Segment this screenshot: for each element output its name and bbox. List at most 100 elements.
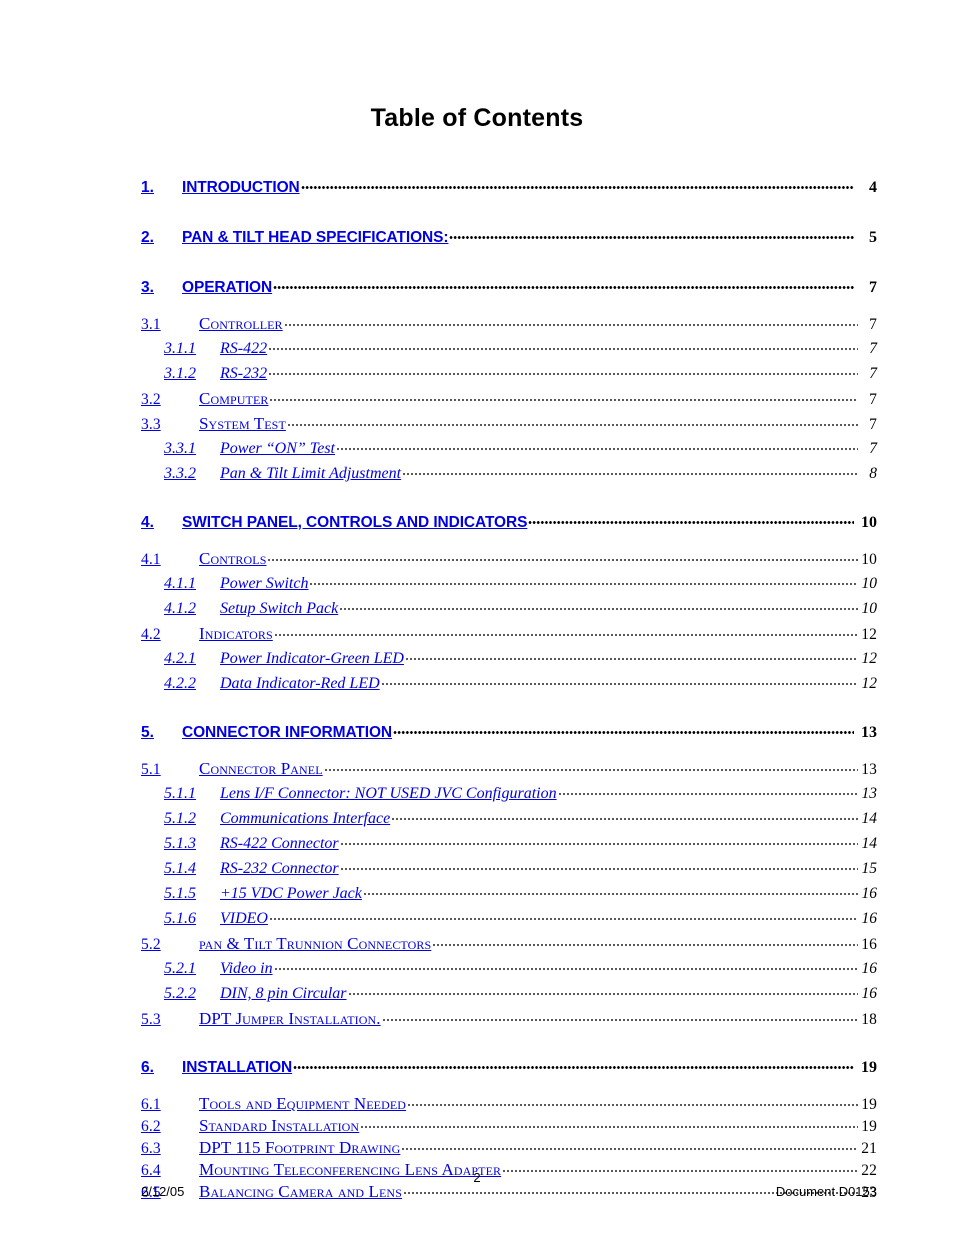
toc-entry-label[interactable]: Power “ON” Test — [220, 440, 335, 458]
toc-entry-level-3[interactable]: 5.1.4 RS-232 Connector 15 — [164, 857, 877, 878]
toc-entry-number[interactable]: 6.2 — [141, 1118, 199, 1136]
toc-entry-label[interactable]: Computer — [199, 389, 268, 409]
toc-entry-label[interactable]: PAN & TILT HEAD SPECIFICATIONS: — [182, 229, 449, 247]
toc-entry-label[interactable]: Data Indicator-Red LED — [220, 675, 380, 693]
toc-entry-number[interactable]: 5.1.2 — [164, 810, 220, 828]
toc-entry-level-3[interactable]: 3.1.2 RS-232 7 — [164, 362, 877, 383]
toc-entry-number[interactable]: 4.2.2 — [164, 675, 220, 693]
toc-entry-level-2[interactable]: 6.2 Standard Installation 19 — [141, 1114, 877, 1136]
toc-entry-number[interactable]: 6.1 — [141, 1096, 199, 1114]
toc-entry-label[interactable]: Lens I/F Connector: NOT USED JVC Configu… — [220, 785, 557, 803]
toc-entry-number[interactable]: 5.1.5 — [164, 885, 220, 903]
toc-entry-label[interactable]: CONNECTOR INFORMATION — [182, 724, 392, 742]
toc-entry-number[interactable]: 5.1 — [141, 761, 199, 779]
toc-entry-level-1[interactable]: 4. SWITCH PANEL, CONTROLS AND INDICATORS 1… — [141, 511, 877, 531]
toc-entry-level-2[interactable]: 5.2 pan & Tilt Trunnion Connectors 16 — [141, 932, 877, 954]
toc-entry-label[interactable]: DIN, 8 pin Circular — [220, 985, 347, 1003]
toc-entry-number[interactable]: 3.1 — [141, 316, 199, 334]
toc-entry-number[interactable]: 5.3 — [141, 1011, 199, 1029]
toc-entry-level-3[interactable]: 5.1.6 VIDEO 16 — [164, 907, 877, 928]
toc-entry-label[interactable]: RS-232 Connector — [220, 860, 339, 878]
toc-entry-label[interactable]: +15 VDC Power Jack — [220, 885, 362, 903]
toc-entry-number[interactable]: 5.2.1 — [164, 960, 220, 978]
toc-entry-number[interactable]: 3.1.2 — [164, 365, 220, 383]
toc-entry-label[interactable]: RS-422 Connector — [220, 835, 339, 853]
toc-entry-number[interactable]: 5.1.3 — [164, 835, 220, 853]
toc-entry-level-3[interactable]: 5.2.1 Video in 16 — [164, 957, 877, 978]
toc-entry-number[interactable]: 5.2.2 — [164, 985, 220, 1003]
toc-entry-number[interactable]: 3.3.1 — [164, 440, 220, 458]
toc-entry-number[interactable]: 4.2 — [141, 626, 199, 644]
toc-entry-label[interactable]: Tools and Equipment Needed — [199, 1094, 406, 1114]
toc-entry-label[interactable]: VIDEO — [220, 910, 268, 928]
toc-entry-level-1[interactable]: 5. CONNECTOR INFORMATION 13 — [141, 721, 877, 741]
toc-entry-level-1[interactable]: 2. PAN & TILT HEAD SPECIFICATIONS: 5 — [141, 226, 877, 246]
toc-entry-level-2[interactable]: 5.1 Connector Panel 13 — [141, 757, 877, 779]
toc-entry-level-3[interactable]: 5.1.5 +15 VDC Power Jack 16 — [164, 882, 877, 903]
toc-entry-level-2[interactable]: 6.3 DPT 115 Footprint Drawing 21 — [141, 1136, 877, 1158]
toc-entry-label[interactable]: Controller — [199, 314, 283, 334]
toc-entry-level-3[interactable]: 3.1.1 RS-422 7 — [164, 337, 877, 358]
toc-entry-label[interactable]: Communications Interface — [220, 810, 390, 828]
toc-entry-label[interactable]: Standard Installation — [199, 1116, 359, 1136]
toc-entry-level-1[interactable]: 3. OPERATION 7 — [141, 276, 877, 296]
toc-entry-label[interactable]: DPT Jumper Installation. — [199, 1009, 381, 1029]
toc-entry-number[interactable]: 5.1.6 — [164, 910, 220, 928]
toc-entry-number[interactable]: 4.2.1 — [164, 650, 220, 668]
toc-entry-level-2[interactable]: 4.1 Controls 10 — [141, 547, 877, 569]
toc-entry-number[interactable]: 5. — [141, 724, 182, 742]
toc-entry-number[interactable]: 6.3 — [141, 1140, 199, 1158]
toc-entry-label[interactable]: Power Indicator-Green LED — [220, 650, 404, 668]
toc-entry-level-2[interactable]: 3.2 Computer 7 — [141, 387, 877, 409]
toc-entry-level-3[interactable]: 3.3.2 Pan & Tilt Limit Adjustment 8 — [164, 462, 877, 483]
toc-entry-label[interactable]: Setup Switch Pack — [220, 600, 338, 618]
toc-entry-number[interactable]: 5.1.4 — [164, 860, 220, 878]
toc-entry-level-3[interactable]: 5.1.2 Communications Interface 14 — [164, 807, 877, 828]
toc-entry-level-2[interactable]: 3.3 System Test 7 — [141, 412, 877, 434]
toc-entry-level-2[interactable]: 5.3 DPT Jumper Installation. 18 — [141, 1007, 877, 1029]
toc-entry-number[interactable]: 6. — [141, 1059, 182, 1077]
toc-entry-level-3[interactable]: 5.1.3 RS-422 Connector 14 — [164, 832, 877, 853]
toc-entry-number[interactable]: 3. — [141, 279, 182, 297]
toc-entry-number[interactable]: 5.1.1 — [164, 785, 220, 803]
toc-entry-level-3[interactable]: 5.2.2 DIN, 8 pin Circular 16 — [164, 982, 877, 1003]
toc-entry-label[interactable]: OPERATION — [182, 279, 272, 297]
toc-entry-page-number: 21 — [861, 1140, 877, 1157]
toc-entry-number[interactable]: 3.3.2 — [164, 465, 220, 483]
toc-entry-number[interactable]: 3.1.1 — [164, 340, 220, 358]
toc-entry-number[interactable]: 4.1 — [141, 551, 199, 569]
toc-entry-label[interactable]: Pan & Tilt Limit Adjustment — [220, 465, 401, 483]
toc-entry-level-3[interactable]: 4.2.2 Data Indicator-Red LED 12 — [164, 672, 877, 693]
toc-entry-label[interactable]: System Test — [199, 414, 286, 434]
toc-entry-number[interactable]: 2. — [141, 229, 182, 247]
toc-entry-level-3[interactable]: 4.1.2 Setup Switch Pack 10 — [164, 597, 877, 618]
toc-entry-level-3[interactable]: 4.1.1 Power Switch 10 — [164, 572, 877, 593]
toc-entry-label[interactable]: pan & Tilt Trunnion Connectors — [199, 934, 431, 954]
toc-entry-label[interactable]: SWITCH PANEL, CONTROLS AND INDICATORS — [182, 514, 527, 532]
toc-entry-label[interactable]: INTRODUCTION — [182, 179, 300, 197]
toc-entry-label[interactable]: Controls — [199, 549, 266, 569]
toc-entry-level-1[interactable]: 6. INSTALLATION 19 — [141, 1056, 877, 1076]
toc-entry-label[interactable]: INSTALLATION — [182, 1059, 292, 1077]
toc-entry-number[interactable]: 4. — [141, 514, 182, 532]
toc-entry-label[interactable]: RS-232 — [220, 365, 267, 383]
toc-entry-number[interactable]: 4.1.1 — [164, 575, 220, 593]
toc-entry-level-2[interactable]: 3.1 Controller 7 — [141, 312, 877, 334]
toc-entry-level-3[interactable]: 4.2.1 Power Indicator-Green LED 12 — [164, 647, 877, 668]
toc-entry-level-2[interactable]: 6.1 Tools and Equipment Needed 19 — [141, 1092, 877, 1114]
toc-entry-number[interactable]: 3.2 — [141, 391, 199, 409]
toc-entry-number[interactable]: 5.2 — [141, 936, 199, 954]
toc-entry-label[interactable]: DPT 115 Footprint Drawing — [199, 1138, 400, 1158]
toc-entry-level-3[interactable]: 5.1.1 Lens I/F Connector: NOT USED JVC Co… — [164, 782, 877, 803]
toc-entry-label[interactable]: RS-422 — [220, 340, 267, 358]
toc-entry-label[interactable]: Indicators — [199, 624, 273, 644]
toc-entry-label[interactable]: Video in — [220, 960, 273, 978]
toc-entry-level-1[interactable]: 1. INTRODUCTION 4 — [141, 176, 877, 196]
toc-entry-level-2[interactable]: 4.2 Indicators 12 — [141, 622, 877, 644]
toc-entry-label[interactable]: Connector Panel — [199, 759, 323, 779]
toc-entry-label[interactable]: Power Switch — [220, 575, 308, 593]
toc-entry-number[interactable]: 3.3 — [141, 416, 199, 434]
toc-entry-level-3[interactable]: 3.3.1 Power “ON” Test 7 — [164, 437, 877, 458]
toc-entry-number[interactable]: 4.1.2 — [164, 600, 220, 618]
toc-entry-number[interactable]: 1. — [141, 179, 182, 197]
